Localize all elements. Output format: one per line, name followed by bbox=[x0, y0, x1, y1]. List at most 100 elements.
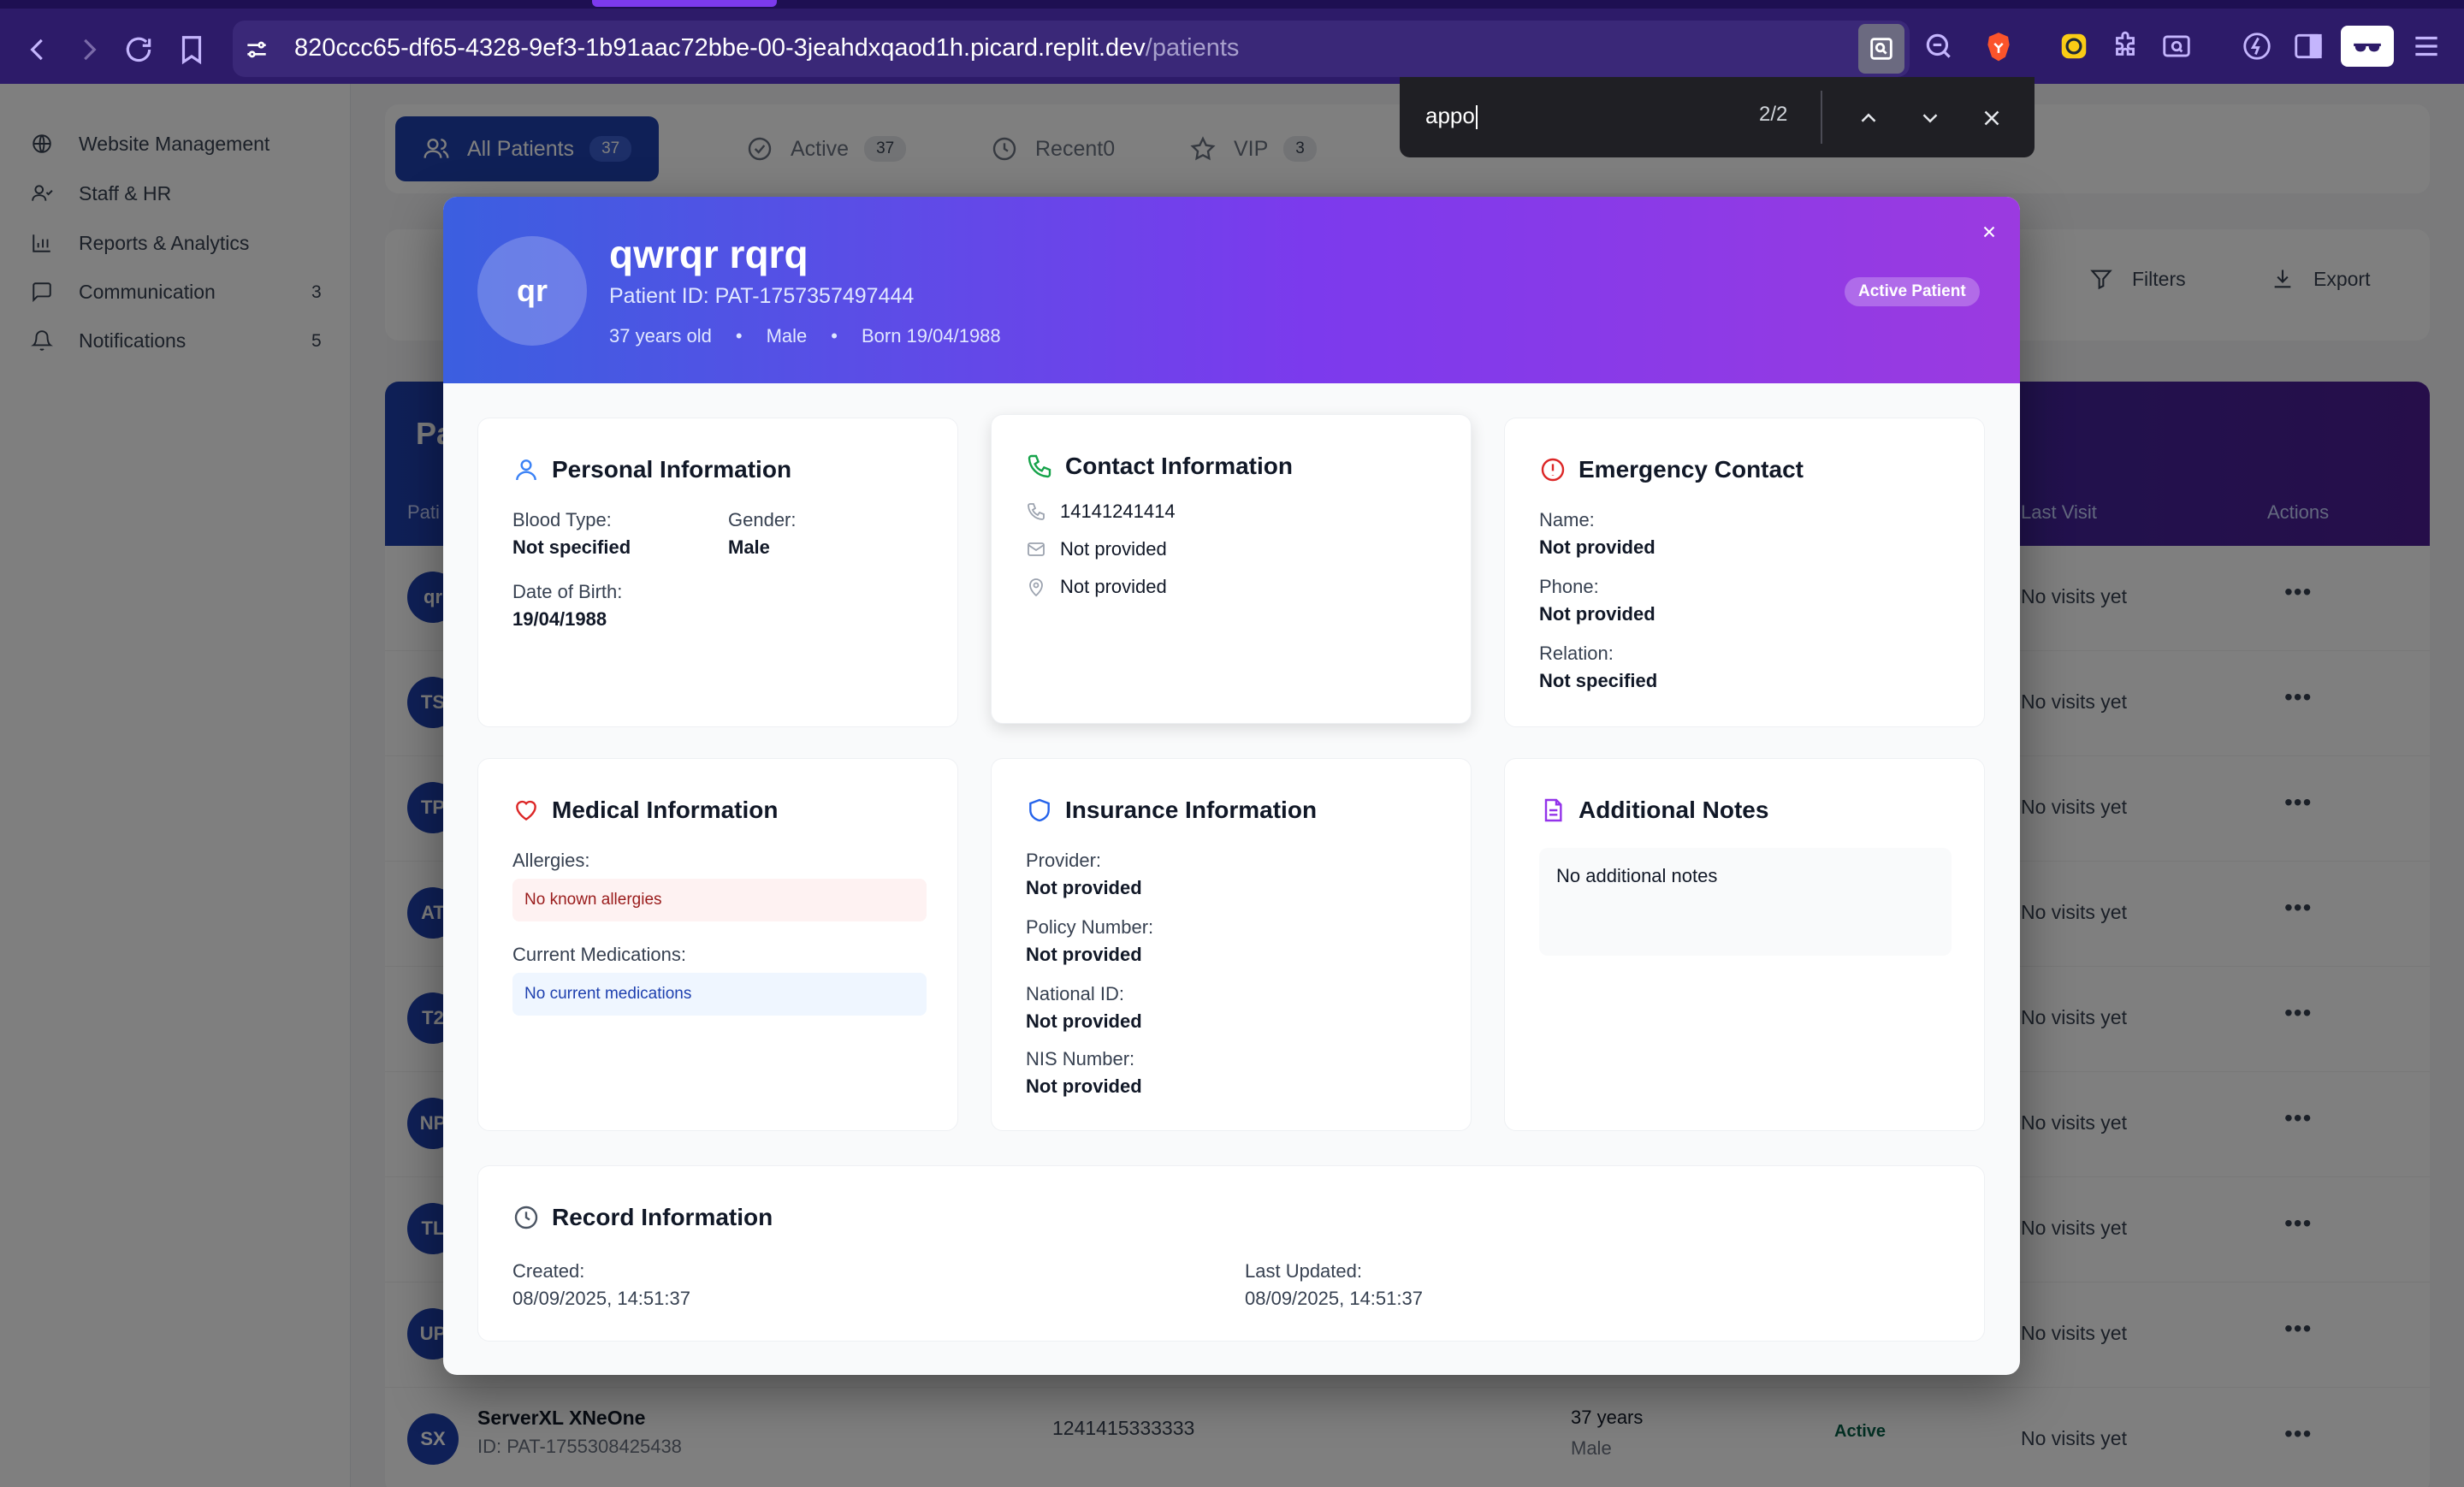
emergency-contact-title: Emergency Contact bbox=[1539, 456, 1804, 483]
status-badge: Active Patient bbox=[1845, 277, 1980, 306]
medical-information-title: Medical Information bbox=[512, 797, 778, 824]
leo-ai-button[interactable] bbox=[2236, 26, 2277, 67]
brave-shields-button[interactable] bbox=[1978, 26, 2019, 67]
sidebar-toggle-button[interactable] bbox=[2288, 26, 2329, 67]
hamburger-menu-icon bbox=[2415, 36, 2437, 56]
contact-phone-value: 14141241414 bbox=[1060, 501, 1176, 522]
allergies-label: Allergies: bbox=[512, 850, 590, 871]
reader-search-icon bbox=[2163, 35, 2190, 57]
policy-number-value: Not provided bbox=[1026, 944, 1142, 965]
find-input[interactable]: appo bbox=[1425, 103, 1478, 130]
bookmark-button[interactable] bbox=[169, 27, 214, 72]
last-updated-value: 08/09/2025, 14:51:37 bbox=[1245, 1288, 1423, 1309]
extension-yellow-icon bbox=[2061, 33, 2087, 59]
clock-icon bbox=[514, 1206, 538, 1229]
card-title-text: Contact Information bbox=[1065, 453, 1293, 479]
find-previous-button[interactable] bbox=[1853, 103, 1884, 133]
find-match-count: 2/2 bbox=[1759, 103, 1788, 126]
patient-name: qwrqr rqrq bbox=[609, 232, 808, 276]
provider-value: Not provided bbox=[1026, 877, 1142, 898]
created-value: 08/09/2025, 14:51:37 bbox=[512, 1288, 690, 1309]
tab-strip bbox=[0, 0, 2464, 9]
insurance-information-title: Insurance Information bbox=[1026, 797, 1317, 824]
url-host: 820ccc65-df65-4328-9ef3-1b91aac72bbe-00-… bbox=[294, 34, 1146, 62]
extension-yellow-button[interactable] bbox=[2053, 26, 2094, 67]
find-next-button[interactable] bbox=[1915, 103, 1946, 133]
chevron-right-icon bbox=[84, 39, 97, 61]
find-close-button[interactable] bbox=[1976, 103, 2007, 133]
emergency-contact-card: Emergency Contact Name: Not provided Pho… bbox=[1504, 418, 1985, 727]
shield-icon bbox=[1029, 798, 1050, 822]
contact-email: Not provided bbox=[1026, 538, 1167, 560]
emergency-relation-label: Relation: bbox=[1539, 643, 1614, 664]
phone-icon bbox=[1028, 503, 1045, 520]
contact-address-value: Not provided bbox=[1060, 576, 1167, 597]
emergency-relation-value: Not specified bbox=[1539, 670, 1658, 691]
policy-number-label: Policy Number: bbox=[1026, 916, 1154, 938]
card-title-text: Emergency Contact bbox=[1578, 456, 1804, 483]
national-id-label: National ID: bbox=[1026, 983, 1124, 1004]
national-id-value: Not provided bbox=[1026, 1010, 1142, 1032]
zoom-button[interactable] bbox=[1918, 26, 1959, 67]
contact-address: Not provided bbox=[1026, 576, 1167, 598]
bookmark-icon bbox=[181, 36, 202, 65]
menu-button[interactable] bbox=[2406, 26, 2447, 67]
card-title-text: Record Information bbox=[552, 1204, 773, 1230]
dob-value: 19/04/1988 bbox=[512, 608, 607, 630]
modal-close-button[interactable] bbox=[1976, 219, 2002, 245]
personal-information-card: Personal Information Blood Type: Not spe… bbox=[477, 418, 958, 727]
mail-icon bbox=[1028, 542, 1045, 556]
zoom-out-icon bbox=[1926, 33, 1951, 58]
gender-value: Male bbox=[728, 536, 770, 558]
chevron-down-icon bbox=[1922, 114, 1938, 123]
chevron-up-icon bbox=[1861, 113, 1876, 122]
reload-button[interactable] bbox=[116, 27, 161, 72]
address-bar[interactable]: 820ccc65-df65-4328-9ef3-1b91aac72bbe-00-… bbox=[233, 21, 1910, 77]
url-path: /patients bbox=[1145, 34, 1240, 62]
browser-toolbar: 820ccc65-df65-4328-9ef3-1b91aac72bbe-00-… bbox=[0, 0, 2464, 84]
allergies-value: No known allergies bbox=[512, 879, 927, 921]
forward-button[interactable] bbox=[67, 27, 111, 72]
contact-email-value: Not provided bbox=[1060, 538, 1167, 560]
patient-born: Born 19/04/1988 bbox=[861, 325, 1001, 347]
blood-type-value: Not specified bbox=[512, 536, 631, 558]
find-in-page-icon bbox=[1870, 38, 1892, 60]
emergency-phone-value: Not provided bbox=[1539, 603, 1656, 625]
sidebar-icon bbox=[2295, 33, 2322, 59]
gender-label: Gender: bbox=[728, 509, 797, 530]
additional-notes-title: Additional Notes bbox=[1539, 797, 1768, 824]
find-in-page-button[interactable] bbox=[1858, 24, 1904, 74]
puzzle-icon bbox=[2116, 31, 2135, 56]
medications-value: No current medications bbox=[512, 973, 927, 1016]
record-information-title: Record Information bbox=[512, 1204, 773, 1231]
extensions-button[interactable] bbox=[2105, 26, 2146, 67]
brave-lion-icon bbox=[1987, 33, 2010, 62]
divider bbox=[1821, 91, 1822, 144]
patient-age: 37 years old bbox=[609, 325, 712, 347]
document-icon bbox=[1544, 798, 1562, 822]
created-label: Created: bbox=[512, 1260, 585, 1282]
contact-information-title: Contact Information bbox=[1026, 453, 1293, 480]
private-window-button[interactable] bbox=[2341, 26, 2394, 67]
record-information-card: Record Information Created: 08/09/2025, … bbox=[477, 1165, 1985, 1342]
card-title-text: Insurance Information bbox=[1065, 797, 1318, 823]
medications-label: Current Medications: bbox=[512, 944, 686, 965]
reader-mode-button[interactable] bbox=[2156, 26, 2197, 67]
url-text: 820ccc65-df65-4328-9ef3-1b91aac72bbe-00-… bbox=[294, 34, 1239, 62]
card-title-text: Medical Information bbox=[552, 797, 779, 823]
heart-icon bbox=[516, 800, 536, 821]
patient-details-modal: qr qwrqr rqrq Patient ID: PAT-1757357497… bbox=[443, 197, 2020, 1375]
chevron-left-icon bbox=[30, 39, 43, 61]
contact-information-card: Contact Information 14141241414 Not prov… bbox=[991, 414, 1472, 724]
nis-number-label: NIS Number: bbox=[1026, 1048, 1135, 1069]
active-tab-indicator[interactable] bbox=[592, 0, 777, 7]
avatar: qr bbox=[477, 236, 587, 346]
notes-text: No additional notes bbox=[1539, 848, 1952, 956]
dob-label: Date of Birth: bbox=[512, 581, 623, 602]
modal-header: qr qwrqr rqrq Patient ID: PAT-1757357497… bbox=[443, 197, 2020, 383]
close-icon bbox=[1984, 110, 1999, 126]
site-settings-icon[interactable] bbox=[243, 36, 270, 63]
insurance-information-card: Insurance Information Provider: Not prov… bbox=[991, 758, 1472, 1131]
emergency-name-label: Name: bbox=[1539, 509, 1595, 530]
back-button[interactable] bbox=[15, 27, 60, 72]
